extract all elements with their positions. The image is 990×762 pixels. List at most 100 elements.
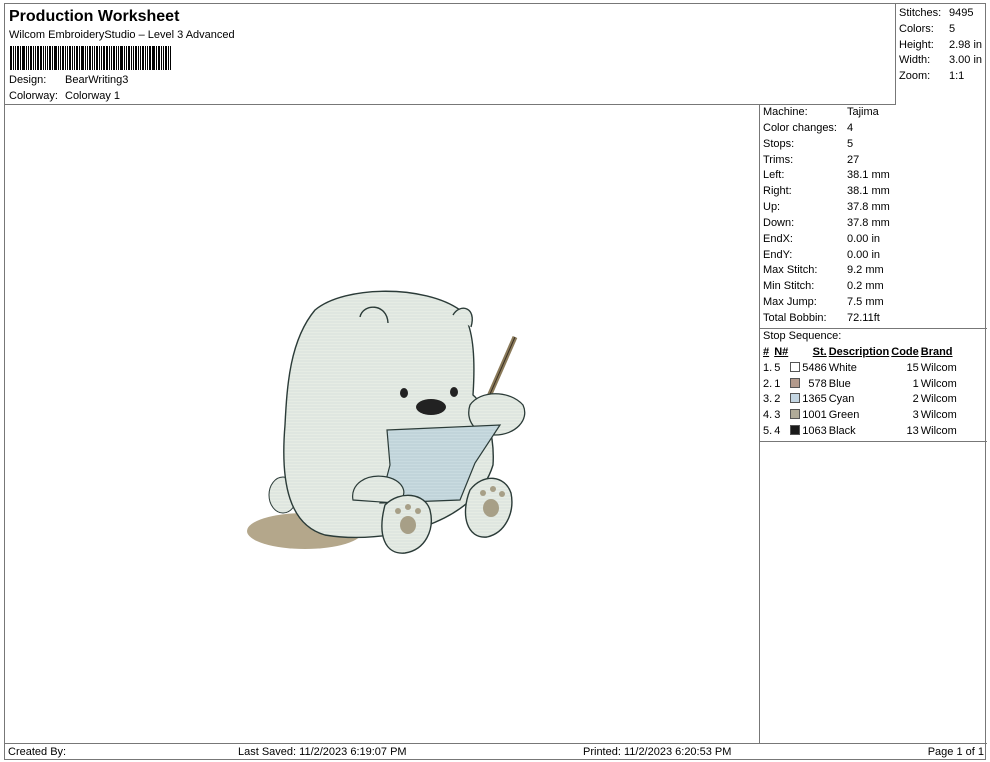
summary-label: Stitches: — [899, 7, 942, 19]
sequence-row: 4. 3 1001 Green 3 Wilcom — [762, 407, 958, 423]
colorway-label: Colorway: — [9, 90, 58, 102]
needle-number: 5 — [774, 361, 781, 374]
param-value: 0.00 in — [847, 248, 881, 261]
bear-eye — [400, 388, 408, 398]
needle-number: 2 — [774, 393, 781, 406]
barcode-bar — [135, 46, 137, 70]
sequence-row: 2. 1 578 Blue 1 Wilcom — [762, 376, 958, 392]
summary-value: 5 — [949, 22, 956, 35]
color-code: 13 — [906, 424, 919, 437]
param-label: EndY: — [763, 248, 793, 261]
barcode-bar — [168, 46, 169, 70]
color-description: Blue — [828, 377, 851, 390]
summary-value: 9495 — [949, 7, 974, 19]
param-value: 38.1 mm — [847, 185, 890, 198]
barcode-bar — [152, 46, 155, 70]
swatch-cell — [789, 391, 801, 407]
barcode-bar — [72, 46, 73, 70]
created-by: Created By: — [8, 746, 67, 758]
worksheet-footer: Created By: Last Saved: 11/2/2023 6:19:0… — [5, 743, 987, 760]
barcode-bar — [17, 46, 19, 70]
barcode-bar — [163, 46, 164, 70]
param-row: Color changes: 4 — [763, 122, 987, 138]
barcode-bar — [116, 46, 117, 70]
col-swatch — [789, 344, 801, 360]
bear-eye — [450, 387, 458, 397]
color-code: 15 — [906, 361, 919, 374]
thread-brand: Wilcom — [920, 377, 957, 390]
barcode-bar — [124, 46, 125, 70]
barcode-bar — [49, 46, 51, 70]
param-label: Color changes: — [763, 121, 837, 134]
barcode-bar — [85, 46, 86, 70]
summary-value: 2.98 in — [949, 38, 983, 51]
col-needle: N# — [774, 345, 789, 358]
barcode-bar — [133, 46, 134, 70]
barcode-bar — [26, 46, 27, 70]
param-value: 0.00 in — [847, 232, 881, 245]
design-label: Design: — [9, 74, 47, 86]
barcode-bar — [87, 46, 88, 70]
design-info-panel: Machine: Tajima Color changes: 4 Stops: 5 Trim… — [760, 105, 987, 743]
summary-row: Colors: 5 — [899, 23, 987, 39]
barcode-bar — [170, 46, 171, 70]
barcode-bar — [37, 46, 39, 70]
barcode-bar — [89, 46, 91, 70]
color-description: Green — [828, 409, 860, 422]
thread-brand: Wilcom — [920, 409, 957, 422]
barcode-bar — [47, 46, 48, 70]
color-swatch — [790, 409, 801, 420]
summary-label: Width: — [899, 54, 931, 67]
barcode-bar — [22, 46, 25, 70]
printed-date: Printed: 11/2/2023 6:20:53 PM — [583, 746, 732, 758]
barcode-bar — [118, 46, 119, 70]
summary-value: 3.00 in — [949, 54, 983, 67]
barcode-bar — [147, 46, 148, 70]
param-row: Machine: Tajima — [763, 106, 987, 122]
param-value: 7.5 mm — [847, 296, 884, 309]
barcode-bar — [109, 46, 110, 70]
summary-row: Width: 3.00 in — [899, 54, 987, 70]
barcode-bar — [145, 46, 146, 70]
col-description: Description — [828, 345, 890, 358]
color-swatch — [790, 377, 801, 388]
needle-number: 3 — [774, 409, 781, 422]
col-num: # — [763, 345, 770, 358]
barcode-bar — [158, 46, 160, 70]
stitch-count: 5486 — [802, 361, 827, 374]
barcode-bar — [40, 46, 42, 70]
bear-nose — [416, 399, 446, 415]
barcode-bar — [161, 46, 162, 70]
barcode-bar — [58, 46, 59, 70]
barcode-bar — [92, 46, 93, 70]
colorway-name: Colorway 1 — [65, 90, 121, 102]
barcode-bar — [10, 46, 12, 70]
colorway-row: Colorway: Colorway 1 — [9, 90, 120, 102]
barcode-bar — [74, 46, 75, 70]
barcode-bar — [99, 46, 100, 70]
barcode-bar — [94, 46, 95, 70]
barcode-bar — [33, 46, 34, 70]
barcode-bar — [20, 46, 21, 70]
param-row: Left: 38.1 mm — [763, 169, 987, 185]
param-label: Machine: — [763, 106, 808, 118]
stitch-count: 1365 — [802, 393, 827, 406]
param-value: 37.8 mm — [847, 201, 890, 214]
param-value: 4 — [847, 121, 854, 134]
barcode-bar — [15, 46, 16, 70]
param-row: Max Jump: 7.5 mm — [763, 296, 987, 312]
summary-label: Colors: — [899, 22, 934, 35]
stitch-count: 578 — [808, 377, 827, 390]
barcode-bar — [65, 46, 66, 70]
production-worksheet: Production Worksheet Wilcom EmbroiderySt… — [4, 3, 987, 760]
barcode-bar — [128, 46, 130, 70]
swatch-cell — [789, 360, 801, 376]
param-value: 72.11ft — [847, 311, 880, 324]
summary-row: Height: 2.98 in — [899, 39, 987, 55]
seq-num: 4. — [763, 409, 773, 422]
param-label: Total Bobbin: — [763, 311, 827, 324]
barcode-bar — [30, 46, 32, 70]
swatch-cell — [789, 423, 801, 439]
param-row: Max Stitch: 9.2 mm — [763, 264, 987, 280]
param-label: Up: — [763, 201, 781, 214]
